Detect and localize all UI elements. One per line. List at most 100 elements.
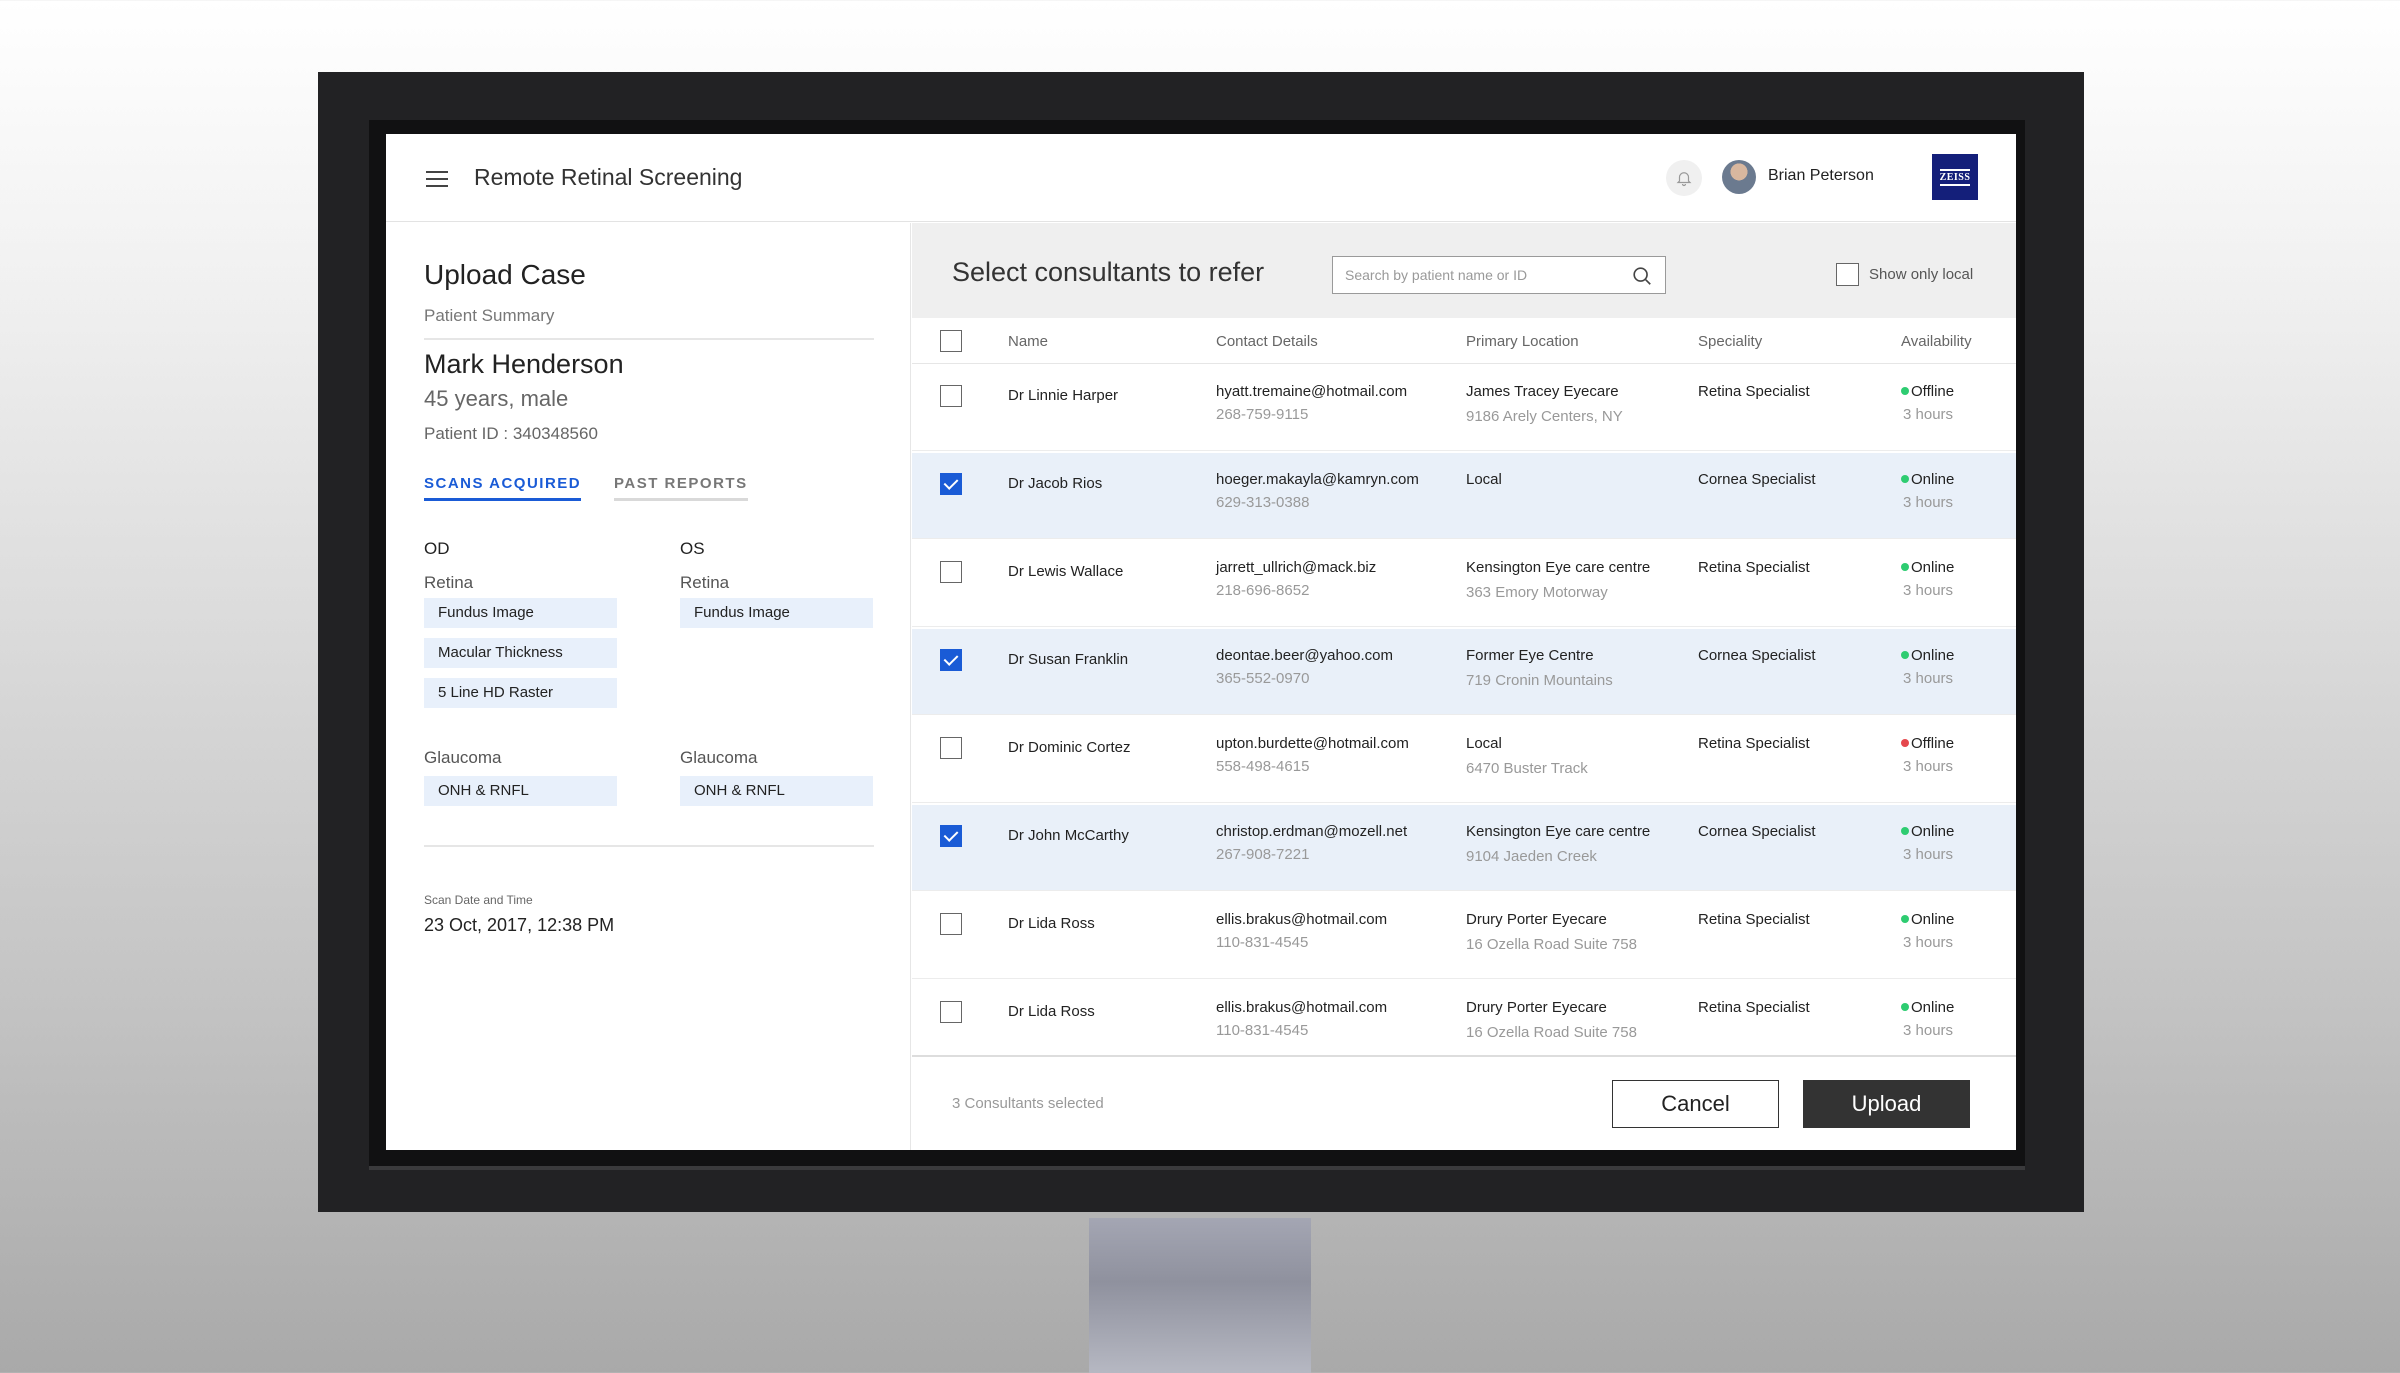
availability-time: 3 hours	[1903, 494, 1954, 511]
availability-time: 3 hours	[1903, 934, 1954, 951]
primary-location: Local	[1466, 735, 1502, 752]
app-header: Remote Retinal Screening Brian Peterson …	[386, 134, 2016, 222]
consultant-email: ellis.brakus@hotmail.com	[1216, 911, 1388, 928]
search-icon[interactable]	[1631, 265, 1653, 287]
consultant-email: hyatt.tremaine@hotmail.com	[1216, 383, 1408, 400]
consultant-phone: 268-759-9115	[1216, 406, 1309, 423]
patient-summary-label: Patient Summary	[424, 306, 555, 325]
row-checkbox[interactable]	[940, 473, 962, 495]
availability-time: 3 hours	[1903, 846, 1954, 863]
upload-button[interactable]: Upload	[1803, 1080, 1970, 1128]
status-dot-icon	[1901, 915, 1909, 923]
bell-icon	[1676, 172, 1692, 187]
cancel-button[interactable]: Cancel	[1612, 1080, 1779, 1128]
table-row[interactable]: Dr Lida Ross ellis.brakus@hotmail.com 110-…	[912, 893, 2016, 979]
availability-time: 3 hours	[1903, 406, 1954, 423]
search-box[interactable]	[1332, 256, 1666, 294]
patient-age-sex: 45 years, male	[424, 386, 569, 411]
consultant-phone: 558-498-4615	[1216, 758, 1310, 775]
speciality: Retina Specialist	[1698, 559, 1810, 576]
notifications-button[interactable]	[1666, 160, 1702, 196]
column-header-location: Primary Location	[1466, 333, 1579, 350]
os-label: OS	[680, 539, 705, 558]
availability-status: Online	[1901, 999, 1954, 1016]
column-header-contact: Contact Details	[1216, 333, 1318, 350]
upload-case-title: Upload Case	[424, 259, 586, 290]
table-row[interactable]: Dr John McCarthy christop.erdman@mozell.n…	[912, 805, 2016, 891]
app-screen: Remote Retinal Screening Brian Peterson …	[386, 134, 2016, 1150]
row-checkbox[interactable]	[940, 737, 962, 759]
divider	[424, 845, 874, 847]
user-name[interactable]: Brian Peterson	[1768, 167, 1874, 185]
consultants-header: Select consultants to refer Show only lo…	[912, 223, 2016, 318]
show-only-local-label: Show only local	[1869, 266, 1974, 283]
zeiss-logo: ZEISS	[1932, 154, 1978, 200]
consultant-email: ellis.brakus@hotmail.com	[1216, 999, 1388, 1016]
status-dot-icon	[1901, 739, 1909, 747]
od-scan-chip[interactable]: ONH & RNFL	[424, 776, 617, 806]
select-all-checkbox[interactable]	[940, 330, 962, 352]
row-checkbox[interactable]	[940, 825, 962, 847]
user-avatar[interactable]	[1722, 160, 1756, 194]
od-scan-chip[interactable]: Fundus Image	[424, 598, 617, 628]
consultants-table-body: Dr Linnie Harper hyatt.tremaine@hotmail.c…	[912, 365, 2016, 1057]
upload-case-panel: Upload Case Patient Summary Mark Henders…	[386, 223, 911, 1150]
status-text: Online	[1911, 471, 1955, 488]
consultant-phone: 218-696-8652	[1216, 582, 1310, 599]
table-row[interactable]: Dr Lida Ross ellis.brakus@hotmail.com 110-…	[912, 981, 2016, 1055]
consultant-email: jarrett_ullrich@mack.biz	[1216, 559, 1377, 576]
os-retina-label: Retina	[680, 573, 730, 592]
search-input[interactable]	[1333, 257, 1613, 293]
consultant-name: Dr Lida Ross	[1008, 1003, 1095, 1020]
table-row[interactable]: Dr Lewis Wallace jarrett_ullrich@mack.biz…	[912, 541, 2016, 627]
consultant-name: Dr Lewis Wallace	[1008, 563, 1124, 580]
availability-status: Online	[1901, 559, 1954, 576]
availability-time: 3 hours	[1903, 758, 1954, 775]
location-address: 363 Emory Motorway	[1466, 584, 1608, 601]
monitor-stand	[1089, 1218, 1311, 1373]
app-title: Remote Retinal Screening	[474, 164, 743, 190]
speciality: Retina Specialist	[1698, 911, 1810, 928]
tab-past-reports[interactable]: PAST REPORTS	[614, 475, 748, 501]
location-address: 16 Ozella Road Suite 758	[1466, 1024, 1637, 1041]
row-checkbox[interactable]	[940, 561, 962, 583]
od-scan-chip[interactable]: Macular Thickness	[424, 638, 617, 668]
od-scan-chip[interactable]: 5 Line HD Raster	[424, 678, 617, 708]
od-retina-label: Retina	[424, 573, 474, 592]
divider	[424, 338, 874, 340]
column-header-speciality: Speciality	[1698, 333, 1763, 350]
availability-status: Online	[1901, 823, 1954, 840]
row-checkbox[interactable]	[940, 913, 962, 935]
consultant-name: Dr John McCarthy	[1008, 827, 1129, 844]
availability-time: 3 hours	[1903, 1022, 1954, 1039]
hamburger-menu-icon[interactable]	[426, 171, 448, 187]
tab-scans-acquired[interactable]: SCANS ACQUIRED	[424, 475, 582, 501]
row-checkbox[interactable]	[940, 385, 962, 407]
selected-count: 3 Consultants selected	[952, 1095, 1104, 1112]
primary-location: Drury Porter Eyecare	[1466, 911, 1607, 928]
availability-status: Online	[1901, 647, 1954, 664]
consultant-phone: 365-552-0970	[1216, 670, 1310, 687]
availability-status: Offline	[1901, 383, 1954, 400]
row-checkbox[interactable]	[940, 1001, 962, 1023]
consultant-name: Dr Linnie Harper	[1008, 387, 1119, 404]
table-row[interactable]: Dr Jacob Rios hoeger.makayla@kamryn.com 62…	[912, 453, 2016, 539]
consultant-phone: 110-831-4545	[1216, 934, 1309, 951]
table-row[interactable]: Dr Dominic Cortez upton.burdette@hotmail.…	[912, 717, 2016, 803]
status-text: Online	[1911, 999, 1955, 1016]
primary-location: Local	[1466, 471, 1502, 488]
table-row[interactable]: Dr Linnie Harper hyatt.tremaine@hotmail.c…	[912, 365, 2016, 451]
availability-status: Offline	[1901, 735, 1954, 752]
status-dot-icon	[1901, 1003, 1909, 1011]
availability-time: 3 hours	[1903, 582, 1954, 599]
os-scan-chip[interactable]: ONH & RNFL	[680, 776, 873, 806]
location-address: 6470 Buster Track	[1466, 760, 1588, 777]
consultant-email: upton.burdette@hotmail.com	[1216, 735, 1409, 752]
primary-location: James Tracey Eyecare	[1466, 383, 1619, 400]
table-row[interactable]: Dr Susan Franklin deontae.beer@yahoo.com 3…	[912, 629, 2016, 715]
consultant-phone: 267-908-7221	[1216, 846, 1310, 863]
row-checkbox[interactable]	[940, 649, 962, 671]
os-scan-chip[interactable]: Fundus Image	[680, 598, 873, 628]
show-only-local-checkbox[interactable]	[1836, 263, 1859, 286]
status-dot-icon	[1901, 651, 1909, 659]
